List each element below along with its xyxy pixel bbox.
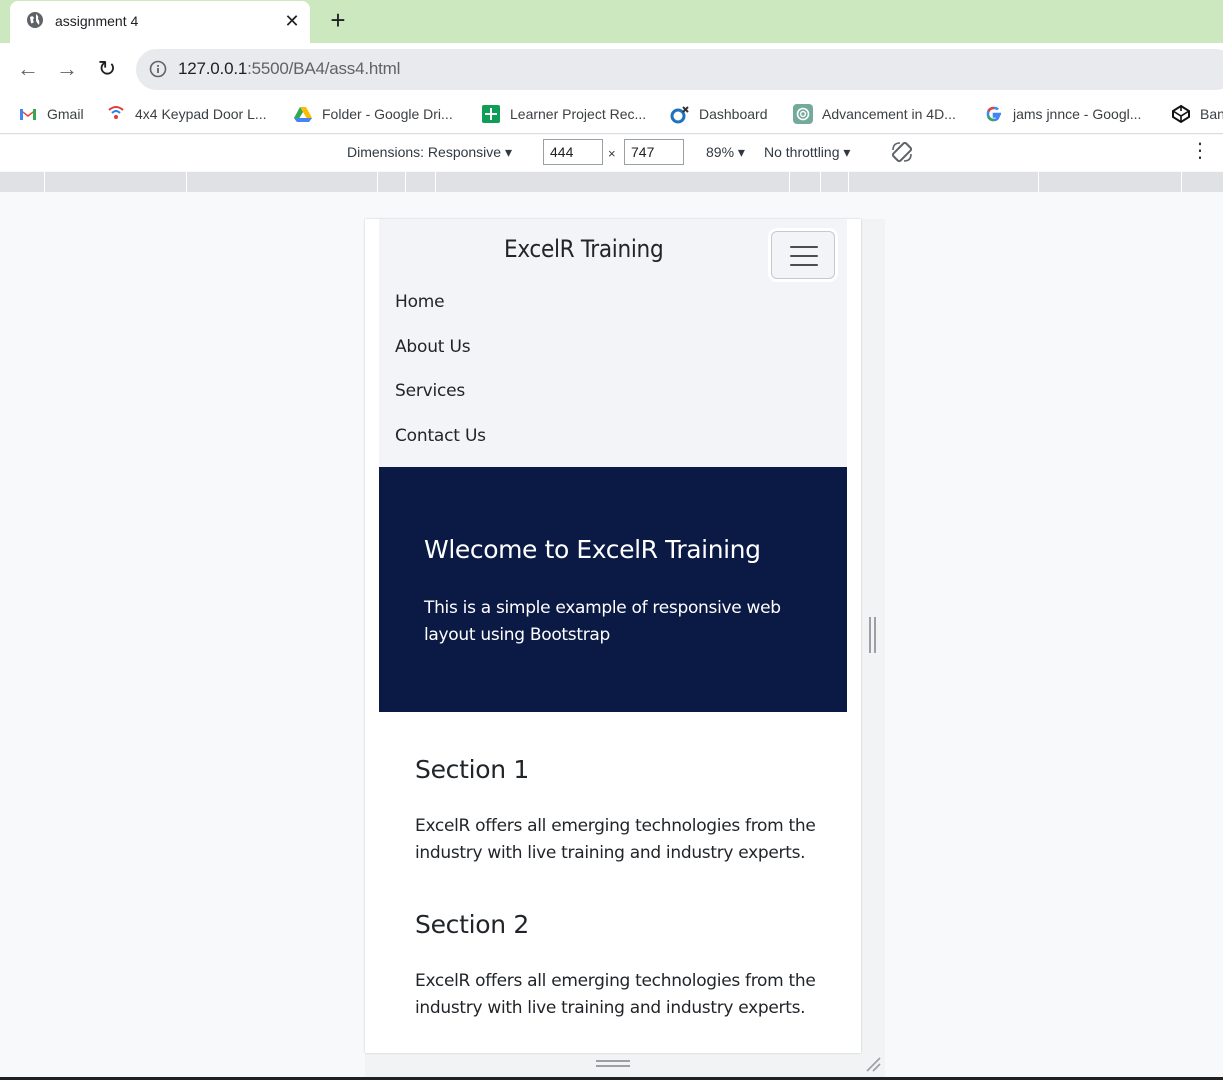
bookmark-label: Advancement in 4D... xyxy=(822,106,956,122)
zoom-dropdown[interactable]: 89% ▾ xyxy=(706,144,745,161)
content-section-2: Section 2 ExcelR offers all emerging tec… xyxy=(415,910,835,1018)
bookmark-learner-project[interactable]: Learner Project Rec... xyxy=(481,104,646,124)
bookmark-label: Learner Project Rec... xyxy=(510,106,647,122)
rotate-icon[interactable] xyxy=(890,140,914,164)
codepen-icon xyxy=(1172,104,1190,124)
device-toolbar: Dimensions: Responsive ▾ × 89% ▾ No thro… xyxy=(0,135,1223,171)
url-host: 127.0.0.1 xyxy=(178,59,248,78)
tab-close-icon[interactable]: ✕ xyxy=(282,10,302,32)
bookmark-gmail[interactable]: Gmail xyxy=(18,104,84,124)
tab-strip: assignment 4 ✕ + xyxy=(0,0,1223,43)
dimensions-dropdown[interactable]: Dimensions: Responsive ▾ xyxy=(347,144,512,161)
chatgpt-icon xyxy=(793,104,813,124)
google-drive-icon xyxy=(294,107,312,122)
height-resize-handle[interactable] xyxy=(596,1060,630,1067)
nav-link-about-us[interactable]: About Us xyxy=(395,337,471,357)
navbar-brand[interactable]: ExcelR Training xyxy=(504,235,664,263)
bookmark-ban[interactable]: Ban xyxy=(1171,104,1223,124)
nav-link-home[interactable]: Home xyxy=(395,292,445,312)
corner-resize-icon[interactable] xyxy=(864,1055,882,1073)
globe-icon xyxy=(27,12,43,28)
hero-title: Wlecome to ExcelR Training xyxy=(424,535,761,564)
forward-arrow-icon[interactable]: → xyxy=(53,55,81,83)
more-options-icon[interactable]: ⋮ xyxy=(1190,141,1210,163)
device-viewport: ExcelR Training Home About Us Services C… xyxy=(365,219,861,1053)
dimension-separator: × xyxy=(608,146,616,161)
device-height-input[interactable] xyxy=(624,139,684,165)
bookmark-advancement-4d[interactable]: Advancement in 4D... xyxy=(793,104,956,124)
section-text: ExcelR offers all emerging technologies … xyxy=(415,816,816,863)
tab-assignment-4[interactable]: assignment 4 ✕ xyxy=(10,1,310,43)
tab-title: assignment 4 xyxy=(55,13,139,29)
reload-icon[interactable]: ↻ xyxy=(93,55,121,83)
address-bar[interactable]: 127.0.0.1:5500/BA4/ass4.html xyxy=(136,49,1223,90)
new-tab-button[interactable]: + xyxy=(326,7,350,34)
nav-link-services[interactable]: Services xyxy=(395,381,465,401)
url-path: :5500/BA4/ass4.html xyxy=(247,59,401,78)
navbar-toggler-button[interactable] xyxy=(771,231,835,279)
bookmark-jams-jnnce[interactable]: jams jnnce - Googl... xyxy=(984,104,1141,124)
dashboard-icon xyxy=(670,106,689,124)
section-title: Section 1 xyxy=(415,755,530,784)
bookmark-label: Ban xyxy=(1200,106,1223,122)
device-width-input[interactable] xyxy=(543,139,603,165)
nav-link-contact-us[interactable]: Contact Us xyxy=(395,426,486,446)
throttling-dropdown[interactable]: No throttling ▾ xyxy=(764,144,850,161)
sheets-icon xyxy=(482,105,500,123)
bookmark-label: Gmail xyxy=(47,106,84,122)
section-text: ExcelR offers all emerging technologies … xyxy=(415,971,816,1018)
hero-banner: Wlecome to ExcelR Training This is a sim… xyxy=(379,467,847,712)
bookmarks-bar: Gmail 4x4 Keypad Door L... Folder - Goog… xyxy=(0,96,1223,134)
section-title: Section 2 xyxy=(415,910,530,939)
bookmark-google-drive[interactable]: Folder - Google Dri... xyxy=(293,104,453,124)
media-query-ruler[interactable] xyxy=(0,172,1223,192)
content-section-1: Section 1 ExcelR offers all emerging tec… xyxy=(415,755,835,863)
bookmark-label: 4x4 Keypad Door L... xyxy=(135,106,267,122)
info-icon[interactable] xyxy=(149,60,167,78)
back-arrow-icon[interactable]: ← xyxy=(14,55,42,83)
bookmark-label: jams jnnce - Googl... xyxy=(1013,106,1142,122)
bookmark-label: Dashboard xyxy=(699,106,768,122)
keypad-icon xyxy=(108,106,124,119)
bookmark-keypad[interactable]: 4x4 Keypad Door L... xyxy=(106,104,267,124)
site-navbar: ExcelR Training Home About Us Services C… xyxy=(379,219,847,467)
gmail-icon xyxy=(20,109,36,120)
google-icon xyxy=(986,106,1001,122)
bookmark-label: Folder - Google Dri... xyxy=(322,106,453,122)
width-resize-handle[interactable] xyxy=(869,617,876,653)
hero-text: This is a simple example of responsive w… xyxy=(424,598,781,645)
bookmark-dashboard[interactable]: Dashboard xyxy=(670,104,768,124)
url-text[interactable]: 127.0.0.1:5500/BA4/ass4.html xyxy=(178,59,400,79)
browser-toolbar: ← → ↻ 127.0.0.1:5500/BA4/ass4.html xyxy=(0,43,1223,96)
hamburger-icon xyxy=(790,246,818,248)
